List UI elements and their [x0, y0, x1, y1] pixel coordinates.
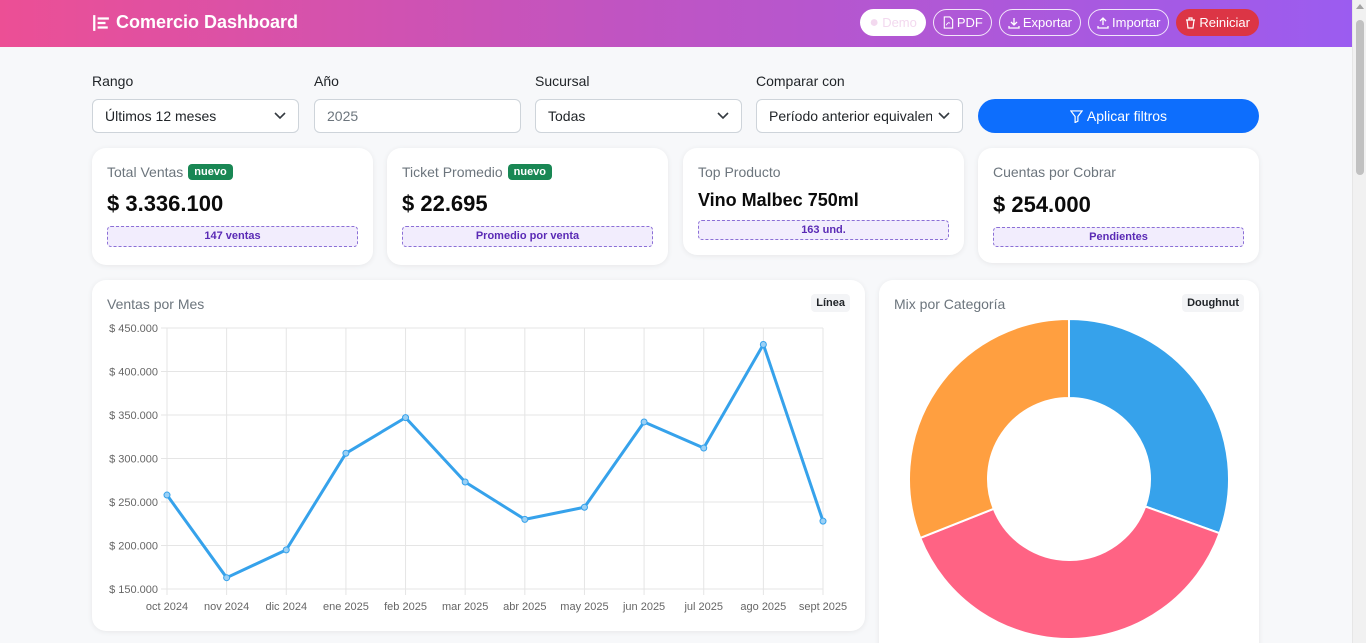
compare-select[interactable]: Período anterior equivalente — [756, 99, 963, 133]
app-title: Comercio Dashboard — [116, 12, 299, 32]
y-tick-label: $ 350.000 — [109, 410, 158, 422]
x-tick-label: nov 2024 — [204, 601, 249, 613]
x-tick-label: ago 2025 — [740, 601, 786, 613]
year-input[interactable]: 2025 — [314, 99, 521, 133]
demo-button[interactable]: Demo — [859, 9, 926, 36]
y-tick-label: $ 250.000 — [109, 497, 158, 509]
x-tick-label: may 2025 — [560, 601, 608, 613]
sales-series-line — [165, 343, 825, 580]
data-point — [461, 478, 469, 486]
x-tick-label: jun 2025 — [622, 601, 665, 613]
brand[interactable]: Comercio Dashboard — [92, 12, 298, 33]
year-label: Año — [314, 73, 339, 89]
y-tick-label: $ 400.000 — [109, 367, 158, 379]
new-badge: nuevo — [507, 164, 553, 180]
compare-label: Comparar con — [756, 73, 845, 89]
magic-icon — [870, 19, 878, 26]
scroll-thumb[interactable] — [1356, 20, 1364, 175]
chevron-down-icon — [717, 112, 729, 120]
import-button[interactable]: Importar — [1088, 9, 1170, 36]
apply-filters-button[interactable]: Aplicar filtros — [978, 99, 1259, 133]
chevron-down-icon — [938, 112, 950, 120]
x-tick-label: mar 2025 — [442, 601, 488, 613]
x-tick-label: feb 2025 — [384, 601, 427, 613]
download-icon — [1008, 17, 1020, 29]
x-tick-label: jul 2025 — [683, 601, 723, 613]
data-point — [700, 444, 708, 452]
sales-by-month-card: Ventas por Mes Línea $ 450.000 $ 400.000 $… — [92, 280, 865, 631]
kpi-avg-ticket: Ticket Promedio nuevo $ 22.695 Promedio p… — [387, 148, 668, 265]
data-point — [580, 503, 588, 511]
kpi-value: $ 3.336.100 — [107, 191, 224, 216]
new-badge: nuevo — [188, 164, 233, 180]
kpi-value: $ 254.000 — [993, 192, 1091, 217]
data-point — [640, 418, 648, 426]
kpi-note: Promedio por venta — [402, 226, 653, 247]
data-point — [402, 414, 410, 422]
doughnut-slice — [908, 317, 1070, 540]
kpi-note: 163 und. — [698, 220, 949, 240]
data-point — [223, 574, 231, 582]
x-tick-label: ene 2025 — [323, 601, 369, 613]
kpi-total-sales: Total Ventas nuevo $ 3.336.100 147 ventas — [92, 148, 373, 265]
kpi-title: Cuentas por Cobrar — [993, 164, 1116, 180]
data-point — [819, 517, 827, 525]
funnel-icon — [1069, 109, 1083, 123]
data-point — [282, 546, 290, 554]
page-scrollbar[interactable] — [1352, 0, 1366, 643]
file-pdf-icon — [943, 16, 954, 29]
x-tick-label: sept 2025 — [799, 601, 847, 613]
y-tick-label: $ 150.000 — [109, 584, 158, 596]
doughnut-slice — [918, 505, 1221, 640]
x-tick-label: dic 2024 — [265, 601, 307, 613]
line-chart: $ 450.000 $ 400.000 $ 350.000 $ 300.000 $ 25… — [109, 323, 847, 613]
header-actions: Demo PDF Exportar Importar Reiniciar — [859, 9, 1259, 36]
kpi-title: Total Ventas — [107, 164, 184, 180]
data-point — [759, 341, 767, 349]
kpi-title: Top Producto — [698, 164, 781, 180]
kpi-note: Pendientes — [993, 227, 1244, 247]
scroll-up-arrow-icon[interactable] — [1356, 4, 1364, 9]
kpi-value: $ 22.695 — [402, 191, 488, 216]
kpi-title: Ticket Promedio — [402, 164, 503, 180]
trash-icon — [1186, 16, 1196, 29]
x-tick-label: abr 2025 — [503, 601, 546, 613]
export-button[interactable]: Exportar — [998, 9, 1082, 36]
x-tick-label: oct 2024 — [146, 601, 188, 613]
branch-select[interactable]: Todas — [535, 99, 742, 133]
range-select[interactable]: Últimos 12 meses — [92, 99, 299, 133]
doughnut-slice — [1068, 317, 1230, 535]
kpi-value: Vino Malbec 750ml — [698, 190, 859, 210]
kpi-note: 147 ventas — [107, 226, 358, 247]
reset-button[interactable]: Reiniciar — [1176, 9, 1259, 36]
branch-label: Sucursal — [535, 73, 590, 89]
data-point — [521, 515, 529, 523]
category-mix-card: Mix por Categoría Doughnut — [879, 280, 1259, 643]
kpi-receivables: Cuentas por Cobrar $ 254.000 Pendientes — [978, 148, 1259, 263]
pdf-button[interactable]: PDF — [932, 9, 992, 36]
top-navbar: Comercio Dashboard Demo PDF Exportar Imp… — [0, 0, 1352, 47]
y-tick-label: $ 450.000 — [109, 323, 158, 335]
upload-icon — [1097, 16, 1109, 29]
chevron-down-icon — [274, 112, 286, 120]
range-label: Rango — [92, 73, 134, 89]
data-point — [163, 491, 171, 499]
kpi-top-product: Top Producto Vino Malbec 750ml 163 und. — [683, 148, 964, 255]
list-nested-icon — [93, 14, 109, 31]
y-tick-label: $ 200.000 — [109, 541, 158, 553]
y-tick-label: $ 300.000 — [109, 454, 158, 466]
doughnut-chart — [908, 317, 1230, 640]
data-point — [342, 449, 350, 457]
